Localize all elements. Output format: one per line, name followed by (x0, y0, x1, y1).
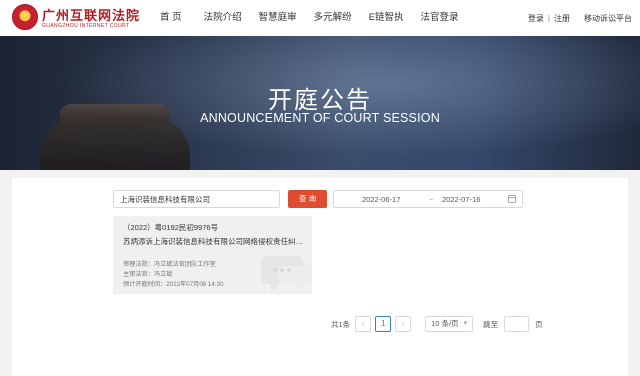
date-start-value: 2022-06-17 (362, 195, 401, 204)
prev-page-button[interactable]: ‹ (355, 316, 372, 332)
scheduled-time: 预计开庭时间：2022年07月08 14:30 (123, 281, 224, 288)
jump-to-label: 跳至 (483, 319, 499, 329)
main-nav: 首 页 法院介绍 智慧庭审 多元解纷 E链智执 法官登录 (160, 0, 476, 36)
logo-text-cn: 广州互联网法院 (42, 9, 141, 24)
page-size-value: 10 条/页 (431, 319, 459, 328)
next-page-button[interactable]: › (395, 316, 412, 332)
announcement-panel: 查 询 2022-06-17 ~ 2022-07-16 （2022）粤0192民… (12, 178, 628, 376)
announcement-card[interactable]: （2022）粤0192民初9976号 苏炳添诉上海识装信息科技有限公司网络侵权责… (113, 216, 312, 294)
register-link[interactable]: 注册 (554, 13, 570, 24)
date-end-value: 2022-07-16 (442, 195, 481, 204)
banner-title-en: ANNOUNCEMENT OF COURT SESSION (200, 111, 440, 125)
link-divider: | (547, 13, 550, 23)
header-account-links: 登录 | 注册 移动诉讼平台 (528, 0, 632, 36)
nav-item-home[interactable]: 首 页 (160, 0, 182, 36)
logo-text-en: GUANGZHOU INTERNET COURT (42, 23, 130, 29)
nav-item-smart-trial[interactable]: 智慧庭审 (259, 0, 297, 36)
nav-item-court-intro[interactable]: 法院介绍 (204, 0, 242, 36)
page-size-select[interactable]: 10 条/页 ▾ (425, 316, 474, 332)
calendar-icon (508, 195, 516, 203)
date-range-picker[interactable]: 2022-06-17 ~ 2022-07-16 (333, 190, 523, 208)
court-logo[interactable]: 广州互联网法院 GUANGZHOU INTERNET COURT (12, 4, 142, 32)
top-header: 广州互联网法院 GUANGZHOU INTERNET COURT 首 页 法院介… (0, 0, 640, 36)
search-button[interactable]: 查 询 (288, 190, 327, 208)
hero-banner: 开庭公告 ANNOUNCEMENT OF COURT SESSION (0, 36, 640, 170)
nav-item-e-chain[interactable]: E链智执 (369, 0, 404, 36)
nav-item-dispute-resolution[interactable]: 多元解纷 (314, 0, 352, 36)
trial-court: 审理法院：冯立斌法官团队工作室 (123, 261, 216, 268)
court-emblem-icon (12, 4, 38, 30)
banner-title-cn: 开庭公告 (268, 87, 372, 114)
page-suffix-label: 页 (535, 319, 543, 329)
pagination: 共1条 ‹ 1 › 10 条/页 ▾ 跳至 页 (331, 316, 543, 332)
jump-page-input[interactable] (504, 316, 530, 332)
date-range-separator: ~ (429, 195, 434, 204)
mobile-platform-link[interactable]: 移动诉讼平台 (584, 13, 632, 24)
login-link[interactable]: 登录 (528, 13, 544, 24)
chevron-down-icon: ▾ (463, 320, 468, 327)
total-count: 共1条 (331, 319, 351, 329)
nav-item-judge-login[interactable]: 法官登录 (421, 0, 459, 36)
page-number-button[interactable]: 1 (375, 316, 392, 332)
keyword-search-input[interactable] (113, 190, 280, 208)
case-number: （2022）粤0192民初9976号 (123, 223, 219, 232)
case-title: 苏炳添诉上海识装信息科技有限公司网络侵权责任纠纷... (123, 237, 308, 246)
presiding-judge: 主审法官：冯立斌 (123, 271, 173, 278)
chat-bubble-icon (261, 256, 311, 292)
